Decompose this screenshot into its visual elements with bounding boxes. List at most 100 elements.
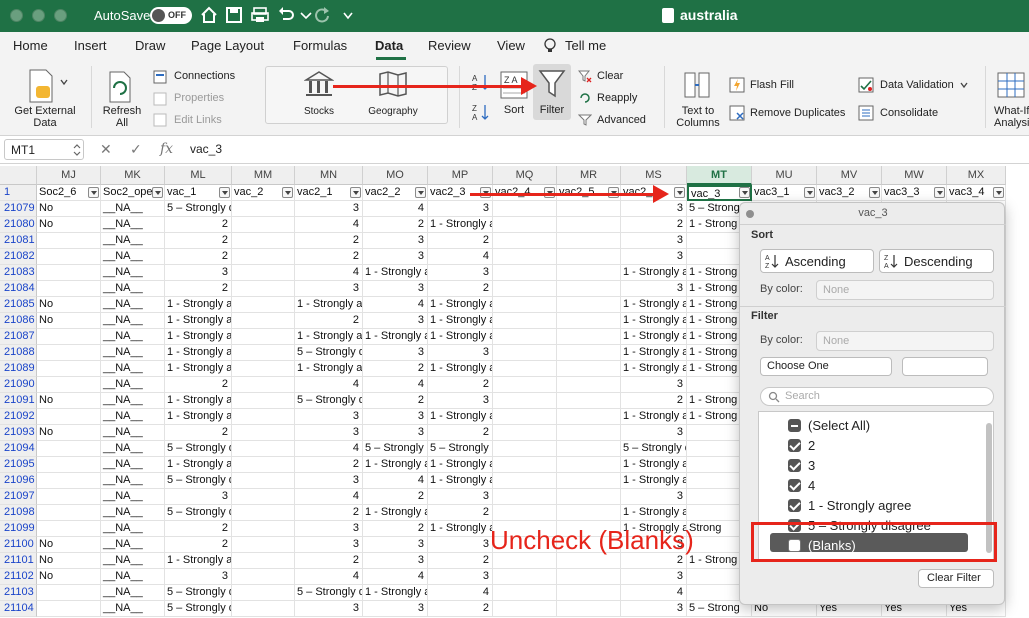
flash-fill-icon[interactable] bbox=[729, 77, 745, 93]
row-number[interactable]: 21090 bbox=[0, 377, 37, 393]
cell[interactable]: 3 bbox=[295, 473, 363, 489]
cell[interactable]: __NA__ bbox=[101, 569, 165, 585]
cell[interactable]: 5 – Strongly d bbox=[295, 345, 363, 361]
chevron-down-icon[interactable] bbox=[60, 78, 68, 86]
name-box-stepper-icon[interactable] bbox=[73, 144, 81, 156]
column-header[interactable]: MV bbox=[817, 166, 882, 185]
cell[interactable]: 2 bbox=[621, 393, 687, 409]
cell[interactable] bbox=[557, 361, 621, 377]
cell[interactable]: 5 – Strongly d bbox=[165, 441, 232, 457]
choose-one-select[interactable]: Choose One bbox=[760, 357, 892, 376]
column-header[interactable]: MP bbox=[428, 166, 493, 185]
cell[interactable]: __NA__ bbox=[101, 521, 165, 537]
cell[interactable] bbox=[493, 297, 557, 313]
cell[interactable]: 3 bbox=[621, 569, 687, 585]
cell[interactable]: 3 bbox=[295, 537, 363, 553]
remove-duplicates-button[interactable]: Remove Duplicates bbox=[750, 107, 845, 119]
cell[interactable]: 1 - Strongly a bbox=[621, 297, 687, 313]
consolidate-button[interactable]: Consolidate bbox=[880, 107, 938, 119]
cell[interactable]: __NA__ bbox=[101, 489, 165, 505]
stocks-icon[interactable] bbox=[304, 70, 334, 98]
cell[interactable]: 4 bbox=[363, 297, 428, 313]
cell[interactable]: 2 bbox=[363, 489, 428, 505]
cell[interactable] bbox=[493, 249, 557, 265]
cell[interactable]: __NA__ bbox=[101, 425, 165, 441]
clear-filter-icon[interactable] bbox=[578, 69, 592, 83]
advanced-button[interactable]: Advanced bbox=[597, 114, 646, 126]
cell[interactable]: 1 - Strongly a bbox=[165, 313, 232, 329]
row-number[interactable]: 21096 bbox=[0, 473, 37, 489]
clear-filter-button[interactable]: Clear Filter bbox=[918, 569, 994, 588]
cell[interactable]: __NA__ bbox=[101, 473, 165, 489]
autosave-toggle[interactable]: OFF bbox=[150, 7, 192, 24]
cell[interactable]: 2 bbox=[363, 521, 428, 537]
cell[interactable]: 1 - Strongly a bbox=[428, 329, 493, 345]
undo-icon[interactable] bbox=[276, 5, 296, 25]
filter-search-input[interactable]: Search bbox=[760, 387, 994, 406]
row-number[interactable]: 21082 bbox=[0, 249, 37, 265]
cell[interactable] bbox=[493, 265, 557, 281]
cell[interactable] bbox=[37, 585, 101, 601]
save-icon[interactable] bbox=[224, 5, 244, 25]
tab-data[interactable]: Data bbox=[375, 38, 403, 53]
cell[interactable] bbox=[232, 473, 295, 489]
cell[interactable]: 3 bbox=[428, 265, 493, 281]
cell[interactable] bbox=[493, 601, 557, 617]
cell[interactable] bbox=[557, 377, 621, 393]
cell[interactable]: 1 - Strongly a bbox=[428, 313, 493, 329]
cell[interactable]: 3 bbox=[428, 393, 493, 409]
cell[interactable]: 1 - Strongly a bbox=[295, 361, 363, 377]
cell[interactable] bbox=[232, 313, 295, 329]
cell[interactable]: __NA__ bbox=[101, 329, 165, 345]
connections-button[interactable]: Connections bbox=[174, 70, 235, 82]
cell[interactable] bbox=[232, 441, 295, 457]
cell[interactable]: 2 bbox=[428, 425, 493, 441]
cell[interactable]: __NA__ bbox=[101, 233, 165, 249]
flash-fill-button[interactable]: Flash Fill bbox=[750, 79, 794, 91]
remove-duplicates-icon[interactable] bbox=[729, 105, 745, 121]
cell[interactable] bbox=[557, 313, 621, 329]
reapply-icon[interactable] bbox=[578, 91, 592, 105]
cell[interactable] bbox=[493, 201, 557, 217]
cell[interactable] bbox=[37, 489, 101, 505]
cell[interactable]: 2 bbox=[295, 505, 363, 521]
cell[interactable]: __NA__ bbox=[101, 409, 165, 425]
refresh-all-icon[interactable] bbox=[104, 70, 136, 104]
cell[interactable] bbox=[37, 329, 101, 345]
sort-by-color-select[interactable]: None bbox=[816, 280, 994, 300]
cell[interactable]: 3 bbox=[428, 569, 493, 585]
cell[interactable]: 1 - Strongly a bbox=[428, 473, 493, 489]
cell[interactable]: 2 bbox=[165, 281, 232, 297]
name-box[interactable]: MT1 bbox=[4, 139, 84, 160]
print-icon[interactable] bbox=[250, 5, 270, 25]
cell[interactable]: 3 bbox=[295, 201, 363, 217]
cell[interactable] bbox=[557, 249, 621, 265]
cell[interactable]: 4 bbox=[428, 585, 493, 601]
filter-item[interactable]: 4 bbox=[780, 477, 980, 495]
cell[interactable]: 1 - Strongly a bbox=[621, 505, 687, 521]
cell[interactable]: No bbox=[37, 217, 101, 233]
cell[interactable]: __NA__ bbox=[101, 265, 165, 281]
cell[interactable]: 3 bbox=[295, 281, 363, 297]
customize-toolbar-icon[interactable] bbox=[338, 5, 358, 25]
cell[interactable] bbox=[557, 329, 621, 345]
cell[interactable] bbox=[493, 473, 557, 489]
cell[interactable] bbox=[232, 233, 295, 249]
cell[interactable] bbox=[493, 409, 557, 425]
filter-dropdown-icon[interactable] bbox=[804, 187, 815, 198]
cell[interactable] bbox=[232, 329, 295, 345]
cell[interactable]: 3 bbox=[165, 265, 232, 281]
home-icon[interactable] bbox=[199, 5, 219, 25]
column-header[interactable]: MM bbox=[232, 166, 295, 185]
cell[interactable]: 4 bbox=[295, 377, 363, 393]
cell[interactable] bbox=[557, 441, 621, 457]
cell[interactable]: 1 - Strongly a bbox=[621, 345, 687, 361]
row-number[interactable]: 1 bbox=[0, 185, 37, 201]
filter-dropdown-icon[interactable] bbox=[739, 187, 750, 198]
data-validation-icon[interactable] bbox=[858, 77, 874, 93]
cell[interactable]: 1 - Strongly a bbox=[428, 409, 493, 425]
cell[interactable] bbox=[557, 585, 621, 601]
cell[interactable]: __NA__ bbox=[101, 505, 165, 521]
insert-function-icon[interactable]: fx bbox=[160, 141, 173, 157]
edit-links-button[interactable]: Edit Links bbox=[174, 114, 222, 126]
